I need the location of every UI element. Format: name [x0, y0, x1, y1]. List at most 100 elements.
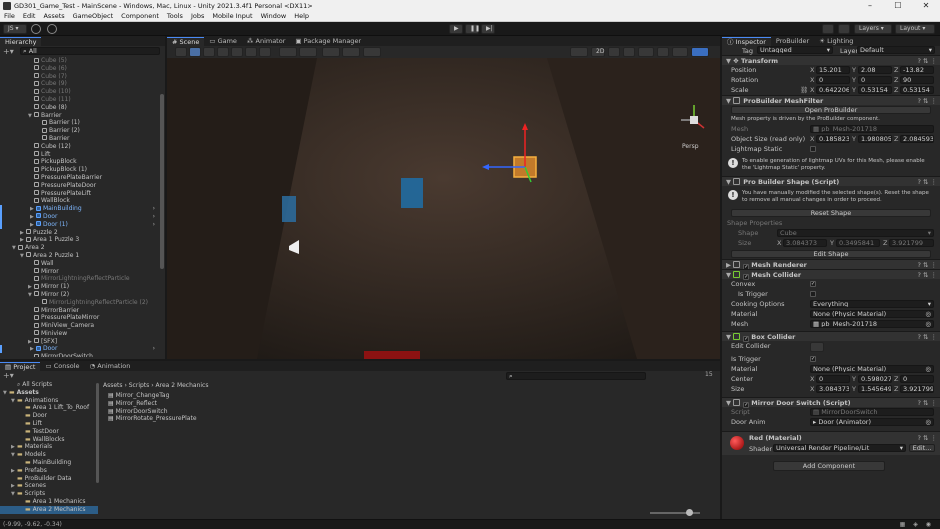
history-icon[interactable] [822, 24, 834, 34]
folder-item[interactable]: ▶ ▬ Scenes [0, 482, 98, 490]
breadcrumb-assets[interactable]: Assets [103, 382, 123, 389]
create-asset-icon[interactable]: +▾ [3, 371, 14, 380]
status-icons[interactable]: ▦ ◈ ◉ [900, 520, 934, 529]
move-tool-icon[interactable] [189, 47, 201, 57]
hierarchy-item[interactable]: Barrier (1) [0, 119, 165, 127]
hierarchy-item[interactable]: MirrorBarrier [0, 307, 165, 315]
open-probuilder-button[interactable]: Open ProBuilder [731, 106, 931, 114]
menu-file[interactable]: File [0, 12, 19, 21]
mesh-collider-header[interactable]: ▼ ✓ Mesh Collider ? ⇅ ⋮ [722, 269, 940, 280]
script-file-item[interactable]: ▤ MirrorDoorSwitch [108, 408, 408, 416]
hierarchy-item[interactable]: Lift [0, 151, 165, 159]
draw-mode-icon[interactable] [570, 47, 588, 57]
mesh-renderer-header[interactable]: ▶ ✓ Mesh Renderer ? ⇅ ⋮ [722, 259, 940, 270]
maximize-icon[interactable]: ☐ [884, 0, 912, 12]
minimize-icon[interactable]: – [856, 0, 884, 12]
tab-scene[interactable]: # Scene [167, 37, 205, 46]
folder-item[interactable]: ▼ ▬ Scripts [0, 490, 98, 498]
step-button[interactable]: ▶| [481, 24, 495, 34]
scale-tool-icon[interactable] [217, 47, 229, 57]
hierarchy-item[interactable]: Cube (6) [0, 65, 165, 73]
global-toggle[interactable] [299, 47, 317, 57]
reset-shape-button[interactable]: Reset Shape [731, 209, 931, 217]
hierarchy-item[interactable]: ▶ Door › [0, 212, 165, 221]
hierarchy-item[interactable]: ▶ Puzzle 2 [0, 229, 165, 237]
effects-toggle-icon[interactable] [638, 47, 654, 57]
custom-tool-icon[interactable] [259, 47, 271, 57]
size-z-field[interactable]: 3.921799 [900, 385, 934, 393]
menu-window[interactable]: Window [257, 12, 291, 21]
grid-snap-icon[interactable] [322, 47, 340, 57]
tab-lighting[interactable]: ☀ Lighting [814, 37, 858, 46]
tab-console[interactable]: ▭ Console [40, 362, 84, 371]
transform-header[interactable]: ▼ ✥ Transform ? ⇅ ⋮ [722, 55, 940, 65]
box-collider-header[interactable]: ▼ ✓ Box Collider ? ⇅ ⋮ [722, 331, 940, 342]
folder-item[interactable]: ▼ ▬ Assets [0, 389, 98, 397]
tab-game[interactable]: ▭ Game [204, 37, 242, 46]
rotation-x-field[interactable]: 0 [816, 76, 850, 84]
hierarchy-item[interactable]: Cube (11) [0, 96, 165, 104]
add-icon[interactable]: +▾ [3, 47, 14, 56]
hierarchy-item[interactable]: Cube (12) [0, 143, 165, 151]
center-x-field[interactable]: 0 [816, 375, 850, 383]
tab-animation[interactable]: ◔ Animation [85, 362, 136, 371]
rotation-y-field[interactable]: 0 [858, 76, 892, 84]
hierarchy-item[interactable]: ▶ MainBuilding › [0, 205, 165, 213]
hierarchy-item[interactable]: ▶ Door › [0, 345, 165, 354]
menu-jobs[interactable]: Jobs [187, 12, 208, 21]
search-icon[interactable] [838, 24, 850, 34]
door-anim-field[interactable]: ▸ Door (Animator) ◎ [810, 418, 934, 426]
hierarchy-search-input[interactable]: ⌕ All [20, 47, 160, 55]
tab-project[interactable]: ▤ Project [0, 362, 41, 371]
hierarchy-item[interactable]: Cube (8) [0, 104, 165, 112]
tag-dropdown[interactable]: Untagged ▾ [757, 46, 833, 54]
center-y-field[interactable]: 0.5980272 [858, 375, 892, 383]
menu-gameobject[interactable]: GameObject [69, 12, 118, 21]
edit-collider-icon[interactable] [810, 342, 824, 352]
folder-item[interactable]: ▶ ▬ Prefabs [0, 467, 98, 475]
hierarchy-item[interactable]: PressurePlateMirror [0, 314, 165, 322]
hierarchy-item[interactable]: Cube (7) [0, 73, 165, 81]
rotate-tool-icon[interactable] [203, 47, 215, 57]
menu-tools[interactable]: Tools [163, 12, 187, 21]
folder-item[interactable]: ▬ Area 2 Mechanics [0, 505, 98, 514]
hierarchy-item[interactable]: PickupBlock [0, 158, 165, 166]
hierarchy-item[interactable]: MirrorDoorSwitch [0, 353, 165, 357]
hierarchy-item[interactable]: ▼ Area 2 [0, 244, 165, 252]
persp-label[interactable]: Persp [682, 143, 699, 150]
hierarchy-item[interactable]: Wall [0, 260, 165, 268]
position-x-field[interactable]: 15.201 [816, 66, 850, 74]
folder-item[interactable]: ⌕ All Scripts [0, 381, 98, 389]
camera-settings-icon[interactable] [672, 47, 688, 57]
lighting-toggle-icon[interactable] [608, 47, 620, 57]
hierarchy-item[interactable]: Barrier (2) [0, 127, 165, 135]
size-x-field[interactable]: 3.084373 [816, 385, 850, 393]
tab-animator[interactable]: ⁂ Animator [242, 37, 290, 46]
mirror-door-switch-header[interactable]: ▼ ✓ Mirror Door Switch (Script) ? ⇅ ⋮ [722, 397, 940, 408]
hierarchy-item[interactable]: Miniview [0, 330, 165, 338]
collider-material-field[interactable]: None (Physic Material) ◎ [810, 310, 934, 318]
menu-help[interactable]: Help [290, 12, 313, 21]
hidden-objects-icon[interactable] [657, 47, 669, 57]
position-y-field[interactable]: 2.08 [858, 66, 892, 74]
folder-item[interactable]: ▬ ProBuilder Data [0, 475, 98, 483]
tab-hierarchy[interactable]: Hierarchy [0, 37, 42, 46]
hierarchy-item[interactable]: ▶ Door (1) › [0, 220, 165, 229]
cooking-options-dropdown[interactable]: Everything ▾ [810, 300, 934, 308]
account-dropdown[interactable]: JS ▾ [3, 24, 27, 34]
folder-item[interactable]: ▬ TestDoor [0, 428, 98, 436]
component-menu-icon[interactable]: ? ⇅ ⋮ [917, 177, 937, 187]
hierarchy-item[interactable]: PressurePlateLift [0, 190, 165, 198]
folder-item[interactable]: ▬ Area 1 Lift_To_Roof [0, 404, 98, 412]
hierarchy-item[interactable]: ▼ Barrier [0, 112, 165, 120]
close-icon[interactable]: ✕ [912, 0, 940, 12]
position-z-field[interactable]: -13.82 [900, 66, 934, 74]
breadcrumb-area2[interactable]: Area 2 Mechanics [156, 382, 209, 389]
menu-edit[interactable]: Edit [19, 12, 40, 21]
shape-header[interactable]: ▼ Pro Builder Shape (Script) ? ⇅ ⋮ [722, 176, 940, 186]
hierarchy-item[interactable]: Mirror [0, 268, 165, 276]
audio-toggle-icon[interactable] [623, 47, 635, 57]
is-trigger-checkbox[interactable] [810, 291, 816, 297]
hierarchy-item[interactable]: MiniView_Camera [0, 322, 165, 330]
scale-y-field[interactable]: 0.53154 [858, 86, 892, 94]
